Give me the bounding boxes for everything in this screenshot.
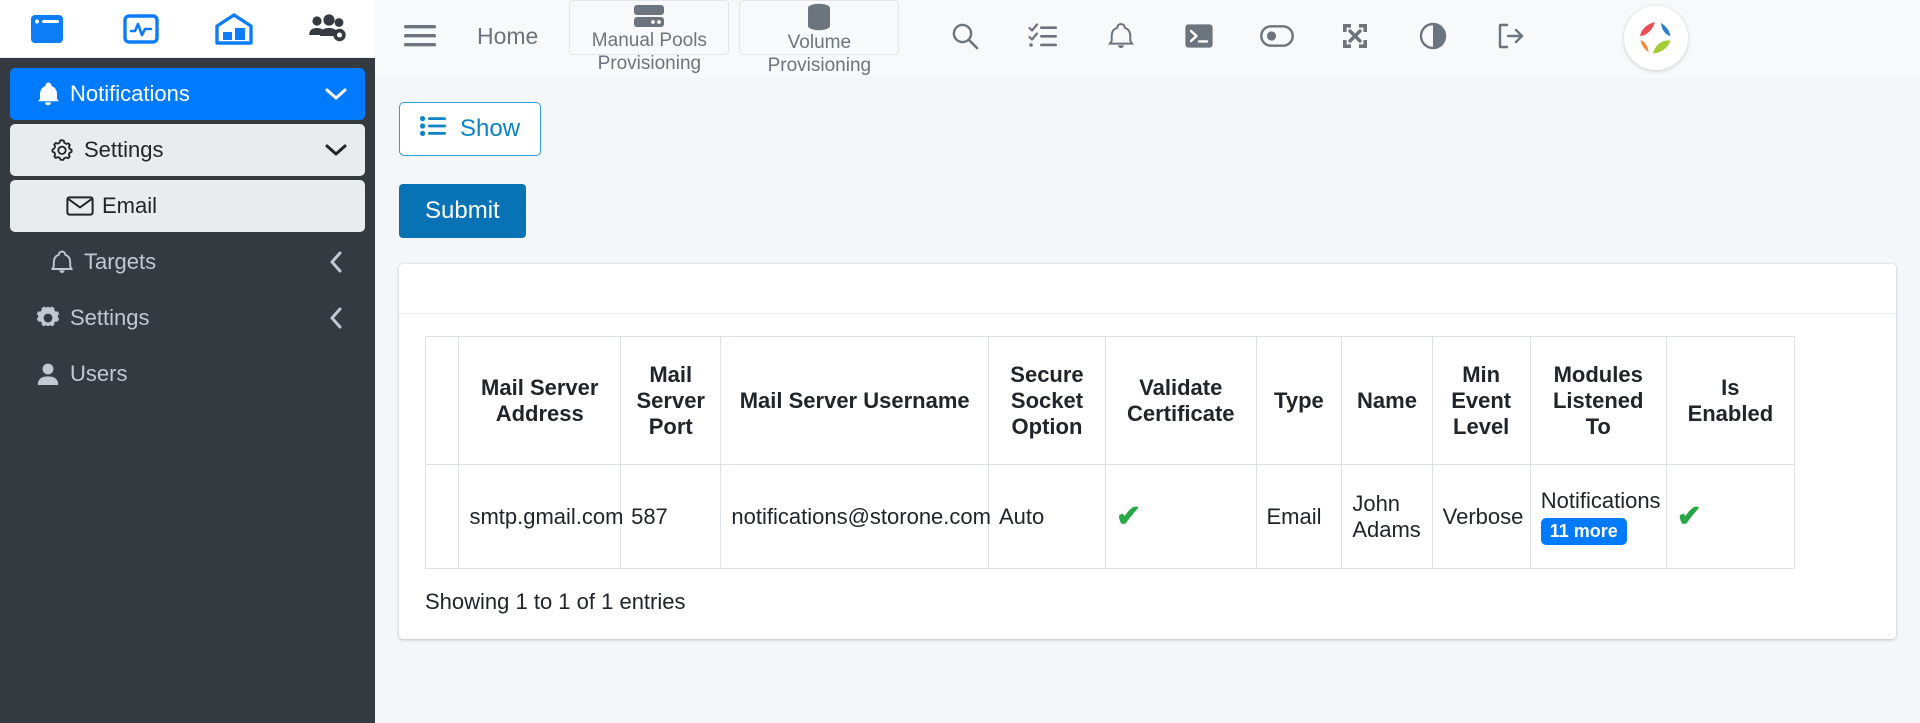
table-body: smtp.gmail.com 587 notifications@storone…	[426, 465, 1795, 569]
contrast-icon[interactable]	[1394, 0, 1472, 72]
bell-icon	[26, 81, 70, 107]
server-icon	[632, 3, 666, 29]
table-header-row: Mail Server Address Mail Server Port Mai…	[426, 337, 1795, 465]
column-header-mail-server-port[interactable]: Mail Server Port	[621, 337, 721, 465]
sidebar-nav: Notifications Settings	[0, 58, 375, 723]
cell-row-spacer	[426, 465, 459, 569]
tile-label-line2: Provisioning	[598, 53, 702, 75]
table-card-toolbar	[399, 278, 1896, 314]
bell-icon[interactable]	[1082, 0, 1160, 72]
table-row[interactable]: smtp.gmail.com 587 notifications@storone…	[426, 465, 1795, 569]
table-head: Mail Server Address Mail Server Port Mai…	[426, 337, 1795, 465]
brand-bar	[0, 0, 375, 58]
gear-outline-icon	[40, 137, 84, 163]
hamburger-icon[interactable]	[389, 0, 451, 72]
search-icon[interactable]	[926, 0, 1004, 72]
cell-secure-socket-option: Auto	[988, 465, 1105, 569]
left-column: Notifications Settings	[0, 0, 375, 723]
column-header-is-enabled[interactable]: Is Enabled	[1666, 337, 1794, 465]
cell-modules-listened-to: Notifications 11 more	[1530, 465, 1666, 569]
table-card: Mail Server Address Mail Server Port Mai…	[399, 264, 1896, 639]
app-root: Notifications Settings	[0, 0, 1920, 723]
modules-primary-value: Notifications	[1541, 488, 1656, 514]
tile-volume-provisioning[interactable]: Volume Provisioning	[739, 0, 899, 55]
cell-min-event-level: Verbose	[1432, 465, 1530, 569]
list-icon	[420, 115, 446, 143]
chevron-down-icon[interactable]	[323, 87, 349, 101]
toggle-icon[interactable]	[1238, 0, 1316, 72]
monitoring-tab[interactable]	[94, 14, 188, 44]
chevron-left-icon[interactable]	[323, 251, 349, 273]
check-icon: ✔	[1677, 500, 1702, 533]
expand-arrows-icon[interactable]	[1316, 0, 1394, 72]
column-header-validate-certificate[interactable]: Validate Certificate	[1106, 337, 1257, 465]
submit-button[interactable]: Submit	[399, 184, 526, 238]
sidebar-item-label: Settings	[84, 137, 323, 163]
storage-tab[interactable]	[188, 13, 282, 45]
chevron-down-icon[interactable]	[323, 143, 349, 157]
cell-is-enabled: ✔	[1666, 465, 1794, 569]
sidebar-item-notifications[interactable]: Notifications	[10, 68, 365, 120]
cell-name: John Adams	[1342, 465, 1432, 569]
cell-mail-server-username: notifications@storone.com	[721, 465, 989, 569]
database-icon	[804, 3, 834, 31]
breadcrumb-home[interactable]: Home	[451, 0, 564, 72]
sidebar-item-label: Notifications	[70, 81, 323, 107]
tile-label-line1: Volume	[788, 31, 851, 55]
column-header-spacer[interactable]	[426, 337, 459, 465]
top-navbar: Home Manual Pools Provisioning	[375, 0, 1920, 78]
column-header-modules-listened-to[interactable]: Modules Listened To	[1530, 337, 1666, 465]
user-management-tab[interactable]	[281, 14, 375, 44]
gear-solid-icon	[26, 304, 70, 332]
check-icon: ✔	[1116, 500, 1141, 533]
cell-mail-server-address: smtp.gmail.com	[459, 465, 621, 569]
sidebar-item-label: Email	[102, 193, 323, 219]
page-content: Show Submit Mail Server Address Mail Ser…	[375, 78, 1920, 723]
main-column: Home Manual Pools Provisioning	[375, 0, 1920, 723]
modules-more-badge[interactable]: 11 more	[1541, 518, 1627, 545]
show-button-label: Show	[460, 115, 520, 143]
cell-validate-certificate: ✔	[1106, 465, 1257, 569]
storone-logo[interactable]	[1624, 6, 1688, 70]
sidebar-item-targets[interactable]: Targets	[10, 236, 365, 288]
table-entries-info: Showing 1 to 1 of 1 entries	[399, 569, 1896, 639]
sidebar-item-label: Users	[70, 361, 323, 387]
sidebar-item-users[interactable]: Users	[10, 348, 365, 400]
topbar-icon-group	[926, 0, 1550, 72]
chevron-left-icon[interactable]	[323, 307, 349, 329]
column-header-mail-server-address[interactable]: Mail Server Address	[459, 337, 621, 465]
cell-type: Email	[1256, 465, 1342, 569]
column-header-min-event-level[interactable]: Min Event Level	[1432, 337, 1530, 465]
tile-label-line1: Manual Pools	[592, 29, 707, 53]
table-scroll-container[interactable]: Mail Server Address Mail Server Port Mai…	[399, 314, 1896, 569]
envelope-icon	[58, 195, 102, 217]
tile-label-line2: Provisioning	[768, 55, 872, 77]
bell-outline-icon	[40, 249, 84, 275]
show-button[interactable]: Show	[399, 102, 541, 156]
tile-manual-pools-provisioning[interactable]: Manual Pools Provisioning	[569, 0, 729, 55]
sidebar-item-settings[interactable]: Settings	[10, 292, 365, 344]
column-header-secure-socket-option[interactable]: Secure Socket Option	[988, 337, 1105, 465]
tasks-list-icon[interactable]	[1004, 0, 1082, 72]
email-settings-table: Mail Server Address Mail Server Port Mai…	[425, 336, 1795, 569]
logout-icon[interactable]	[1472, 0, 1550, 72]
column-header-mail-server-username[interactable]: Mail Server Username	[721, 337, 989, 465]
terminal-icon[interactable]	[1160, 0, 1238, 72]
cell-mail-server-port: 587	[621, 465, 721, 569]
sidebar-item-label: Settings	[70, 305, 323, 331]
sidebar-item-label: Targets	[84, 249, 323, 275]
app-window-tab[interactable]	[0, 14, 94, 44]
sidebar-item-notifications-settings[interactable]: Settings	[10, 124, 365, 176]
column-header-type[interactable]: Type	[1256, 337, 1342, 465]
sidebar-item-email[interactable]: Email	[10, 180, 365, 232]
column-header-name[interactable]: Name	[1342, 337, 1432, 465]
user-icon	[26, 361, 70, 387]
